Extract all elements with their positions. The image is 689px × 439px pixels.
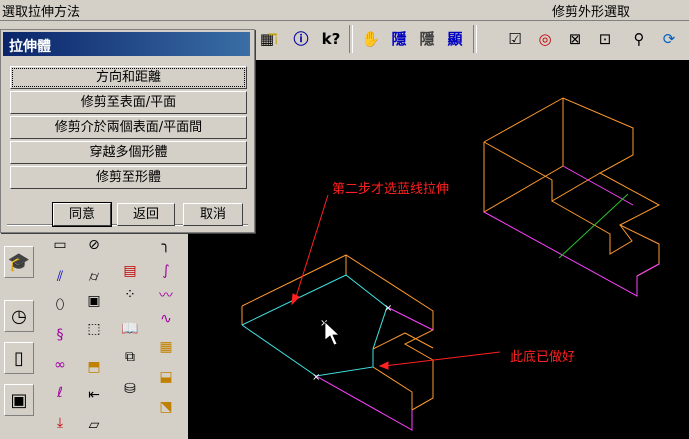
- rectangle-icon[interactable]: ▭: [48, 234, 72, 256]
- option-trim-to-surface[interactable]: 修剪至表面/平面: [10, 91, 247, 114]
- arrow-down-icon[interactable]: ⤓: [48, 412, 72, 434]
- drum-icon[interactable]: ⛁: [118, 378, 142, 400]
- dialog-title-bar[interactable]: 拉伸體: [3, 32, 250, 56]
- selected-profile: [241, 274, 388, 377]
- annotation-arrows: [291, 194, 501, 370]
- circle-slash-icon[interactable]: ⊘: [82, 234, 106, 256]
- left-solid-edge: [386, 306, 434, 331]
- save-disk-icon[interactable]: ▣: [4, 384, 34, 416]
- option-through-multiple[interactable]: 穿越多個形體: [10, 141, 247, 164]
- dialog-title: 拉伸體: [9, 39, 51, 55]
- left-solid-edge: [372, 332, 434, 350]
- stack-icon[interactable]: ▦: [154, 336, 178, 358]
- right-solid-edge: [483, 97, 661, 277]
- right-solid-edge: [483, 141, 601, 202]
- brick-icon[interactable]: ▤: [118, 260, 142, 282]
- cursor-icon: [324, 321, 341, 346]
- left-solid: × × ×: [241, 254, 434, 431]
- solid-subtract-icon[interactable]: ⬔: [154, 396, 178, 418]
- curve-tool-icon[interactable]: 〰: [154, 284, 178, 306]
- cube-icon[interactable]: ⬚: [82, 318, 106, 340]
- option-trim-between-surfaces[interactable]: 修剪介於兩個表面/平面間: [10, 116, 247, 139]
- back-button[interactable]: 返回: [117, 203, 175, 226]
- clock-icon[interactable]: ◷: [4, 300, 34, 332]
- solid-add-icon[interactable]: ⬓: [154, 366, 178, 388]
- ruler-icon[interactable]: ⏥: [82, 414, 106, 436]
- cancel-button[interactable]: 取消: [183, 203, 243, 226]
- document-icon[interactable]: ▯: [4, 342, 34, 374]
- left-solid-edge: [315, 375, 413, 431]
- left-solid-edge: [372, 349, 434, 411]
- tool-palette: ▭ ⊘ ╮ ⫽ ⌭ ▤ ∫ ⬯ ▣ ⁘ 〰 § ⬚ 📖 ∿ ∞ ⬒ ⧉ ▦ ℓ …: [42, 232, 188, 439]
- extrude-dialog: 拉伸體 方向和距離 修剪至表面/平面 修剪介於兩個表面/平面間 穿越多個形體 修…: [0, 29, 255, 233]
- wave-icon[interactable]: ∿: [154, 308, 178, 330]
- layer-icon[interactable]: ⧉: [118, 346, 142, 368]
- book-icon[interactable]: 📖: [118, 318, 142, 340]
- blob-icon[interactable]: ⬯: [48, 294, 72, 316]
- ok-button[interactable]: 同意: [53, 203, 111, 226]
- graduation-cap-icon[interactable]: 🎓: [4, 246, 34, 278]
- left-toolbar: 🎓 ◷ ▯ ▣: [0, 232, 40, 439]
- loop-icon[interactable]: ℓ: [48, 382, 72, 404]
- method-list: 方向和距離 修剪至表面/平面 修剪介於兩個表面/平面間 穿越多個形體 修剪至形體: [7, 66, 248, 220]
- arc-icon[interactable]: ╮: [154, 234, 178, 256]
- right-solid-edge: [558, 193, 629, 259]
- svg-text:×: ×: [384, 303, 392, 314]
- svg-text:×: ×: [312, 372, 320, 383]
- option-direction-distance[interactable]: 方向和距離: [10, 66, 247, 89]
- right-solid-edge: [483, 211, 660, 297]
- extrude-icon[interactable]: ⬒: [82, 356, 106, 378]
- dots-grid-icon[interactable]: ⁘: [118, 284, 142, 306]
- cylinder-icon[interactable]: ⌭: [82, 266, 106, 288]
- parallel-lines-icon[interactable]: ⫽: [48, 266, 72, 288]
- right-solid-edge: [483, 98, 564, 213]
- annotation-step-two: 第二步才选蓝线拉伸: [332, 182, 450, 197]
- right-solid: [483, 97, 661, 297]
- helix-icon[interactable]: §: [48, 324, 72, 346]
- box-icon[interactable]: ▣: [82, 290, 106, 312]
- arrow-box-icon[interactable]: ⇤: [82, 384, 106, 406]
- swirl-icon[interactable]: ∞: [48, 354, 72, 376]
- annotation-bottom-done: 此底已做好: [510, 350, 576, 365]
- spline-icon[interactable]: ∫: [154, 260, 178, 282]
- option-trim-to-body[interactable]: 修剪至形體: [10, 166, 247, 189]
